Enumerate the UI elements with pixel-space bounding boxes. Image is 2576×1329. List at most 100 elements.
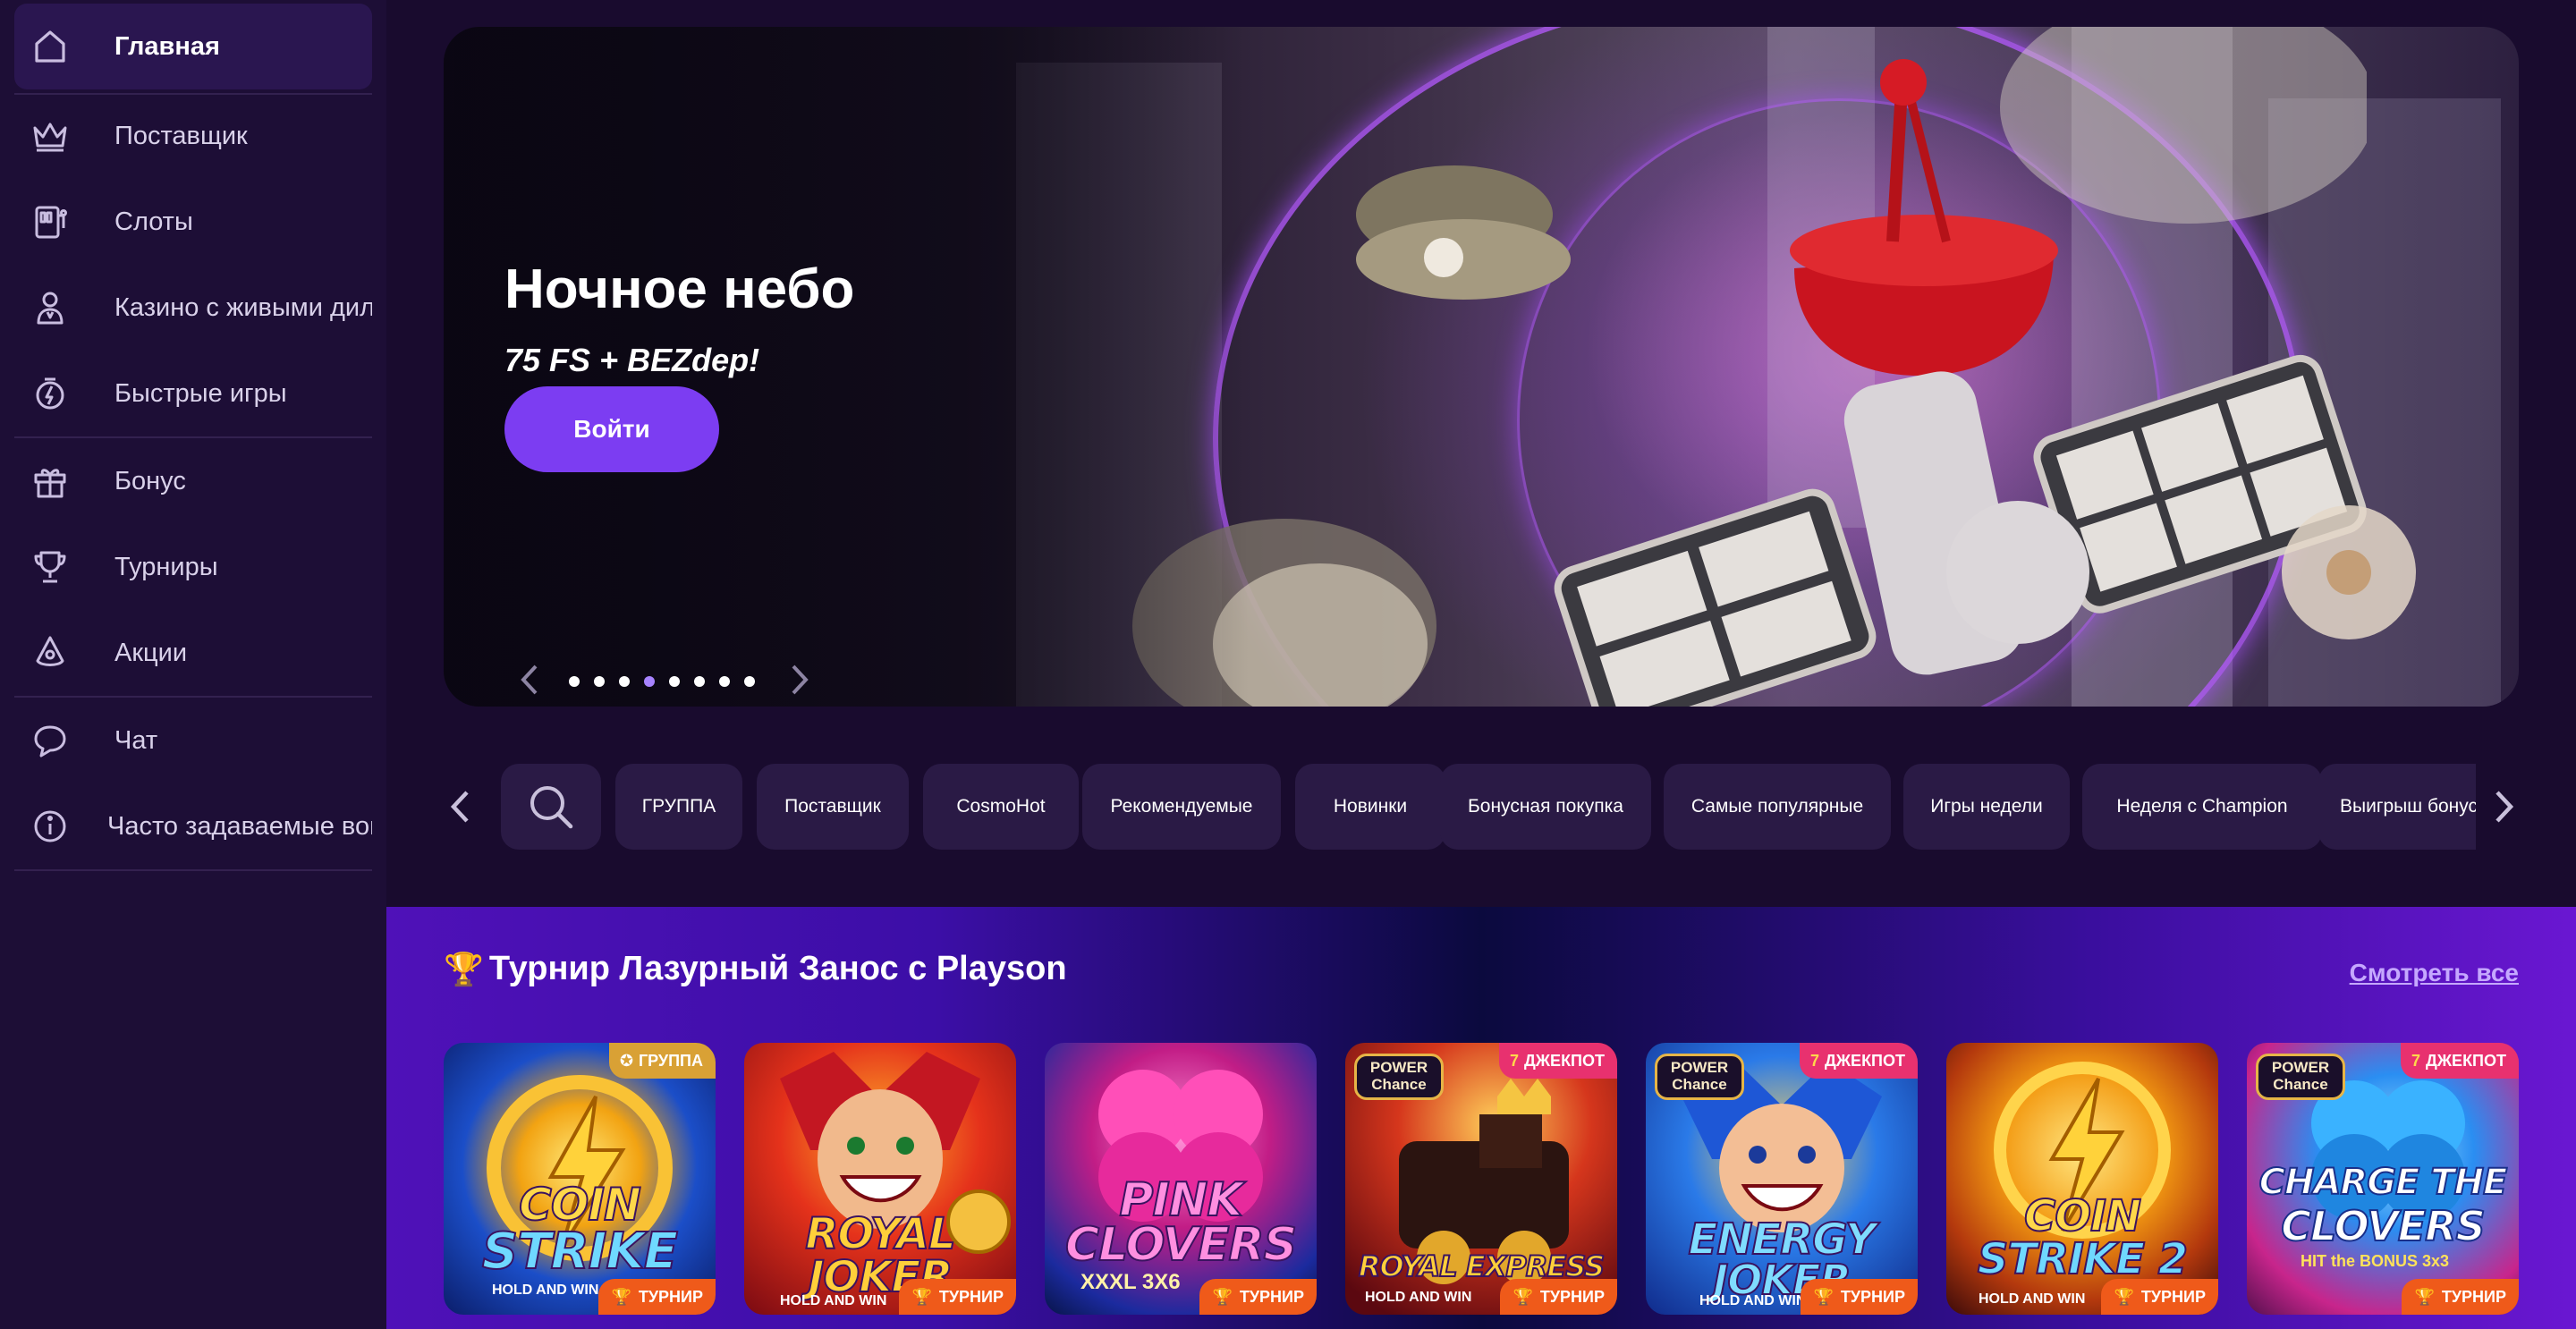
trophy-icon: 🏆 [1212, 1287, 1233, 1306]
slide-dot[interactable] [719, 676, 730, 687]
trophy-icon: 🏆 [1513, 1287, 1533, 1306]
game-card[interactable]: POWER Chance 7 ДЖЕКПОТ CHARGE THE CLOVERS… [2247, 1043, 2519, 1315]
slide-dot[interactable] [619, 676, 630, 687]
tournament-badge: 🏆 ТУРНИР [1500, 1279, 1617, 1315]
group-badge: ✪ ГРУППА [608, 1043, 716, 1079]
categories-next-arrow[interactable] [2487, 780, 2522, 834]
section-title-text: Турнир Лазурный Занос с Playson [488, 950, 1067, 987]
sidebar-divider [14, 869, 372, 871]
banner-subtitle: 75 FS + BEZdep! [504, 342, 760, 378]
seven-icon: 7 [1809, 1051, 1819, 1070]
dealer-icon [14, 265, 86, 351]
gift-icon [14, 438, 86, 524]
crown-icon [14, 93, 86, 179]
category-chip-champion-week[interactable]: Неделя с Champion [2082, 764, 2322, 850]
game-title: ROYAL [804, 1209, 956, 1259]
tournament-badge: 🏆 ТУРНИР [2101, 1279, 2218, 1315]
seven-icon: 7 [1509, 1051, 1519, 1070]
sidebar-item-bonus[interactable]: Бонус [14, 438, 372, 524]
chevron-right-icon [2496, 791, 2514, 823]
hero-banner[interactable]: Ночное небо 75 FS + BEZdep! Войти [444, 27, 2519, 707]
sidebar-item-chat[interactable]: Чат [14, 698, 372, 783]
promo-icon [14, 610, 86, 696]
category-chip-bonus-win[interactable]: Выигрыш бонусов [2318, 764, 2476, 850]
trophy-icon: 🏆 [444, 950, 484, 987]
slide-dot[interactable] [569, 676, 580, 687]
tournament-badge: 🏆 ТУРНИР [1801, 1279, 1918, 1315]
sidebar-item-label: Быстрые игры [114, 378, 287, 408]
trophy-icon: 🏆 [1813, 1287, 1834, 1306]
fast-games-icon [14, 351, 86, 436]
category-chip-group[interactable]: ГРУППА [615, 764, 742, 850]
category-chip-bonus-buy[interactable]: Бонусная покупка [1440, 764, 1651, 850]
power-chance-badge: POWER Chance [1354, 1054, 1444, 1100]
sidebar-item-home[interactable]: Главная [14, 4, 372, 89]
sidebar-item-label: Слоты [114, 207, 193, 236]
trophy-icon: 🏆 [911, 1287, 932, 1306]
flower-illustration [2282, 505, 2416, 639]
game-title: STRIKE 2 [1977, 1234, 2189, 1284]
login-button[interactable]: Войти [504, 386, 719, 472]
category-chip-new[interactable]: Новинки [1295, 764, 1445, 850]
banner-title: Ночное небо [504, 258, 855, 320]
info-icon [14, 783, 86, 869]
chevron-left-icon [450, 791, 469, 823]
game-subtitle: HIT the BONUS 3x3 [2301, 1252, 2450, 1270]
trophy-icon: 🏆 [2414, 1287, 2435, 1306]
jackpot-badge: 7 ДЖЕКПОТ [1799, 1043, 1918, 1079]
leaf-illustration [2000, 27, 2367, 224]
game-title: CLOVERS [2280, 1202, 2486, 1250]
sidebar: Главная Поставщик Слоты Казино с живыми … [0, 0, 386, 1329]
sidebar-item-label: Чат [114, 725, 158, 755]
sidebar-item-label: Бонус [114, 466, 186, 495]
medal-icon: ✪ [619, 1051, 633, 1070]
banner-next-arrow[interactable] [785, 662, 814, 698]
jackpot-badge: 7 ДЖЕКПОТ [1498, 1043, 1617, 1079]
power-chance-badge: POWER Chance [1655, 1054, 1744, 1100]
slide-dot[interactable] [694, 676, 705, 687]
sidebar-item-slots[interactable]: Слоты [14, 179, 372, 265]
categories-prev-arrow[interactable] [442, 780, 478, 834]
category-chip-most-popular[interactable]: Самые популярные [1664, 764, 1891, 850]
game-card[interactable]: ROYAL JOKER HOLD AND WIN 🏆 ТУРНИР [744, 1043, 1016, 1315]
sidebar-item-label: Главная [114, 31, 220, 61]
category-chip-provider[interactable]: Поставщик [757, 764, 909, 850]
game-card[interactable]: POWER Chance 7 ДЖЕКПОТ ENERGY JOKER HOLD … [1646, 1043, 1918, 1315]
jackpot-badge: 7 ДЖЕКПОТ [2400, 1043, 2519, 1079]
game-card[interactable]: ✪ ГРУППА COIN STRIKE HOLD AND WIN 🏆 ТУРНИР [444, 1043, 716, 1315]
banner-prev-arrow[interactable] [515, 662, 544, 698]
chat-icon [14, 698, 86, 783]
game-title: COIN [518, 1179, 642, 1231]
game-title: CLOVERS [1064, 1218, 1298, 1272]
search-button[interactable] [501, 764, 601, 850]
category-chip-cosmohot[interactable]: CosmoHot [923, 764, 1079, 850]
sidebar-item-promotions[interactable]: Акции [14, 610, 372, 696]
sidebar-item-label: Акции [114, 638, 188, 667]
game-title: ENERGY [1688, 1215, 1877, 1265]
category-chip-recommended[interactable]: Рекомендуемые [1082, 764, 1281, 850]
trophy-icon: 🏆 [2114, 1287, 2134, 1306]
oyster-illustration [1356, 165, 1571, 300]
game-card[interactable]: PINK CLOVERS XXXL 3X6 🏆 ТУРНИР [1045, 1043, 1317, 1315]
seven-icon: 7 [2411, 1051, 2420, 1070]
game-title: ROYAL EXPRESS [1358, 1249, 1606, 1283]
sidebar-item-label: Казино с живыми дилерами [114, 292, 372, 322]
home-icon [14, 4, 86, 89]
sidebar-item-faq[interactable]: Часто задаваемые вопросы [14, 783, 372, 869]
category-chip-games-of-week[interactable]: Игры недели [1903, 764, 2070, 850]
tournament-badge: 🏆 ТУРНИР [2402, 1279, 2519, 1315]
see-all-link[interactable]: Смотреть все [2350, 959, 2519, 987]
game-card[interactable]: POWER Chance 7 ДЖЕКПОТ ROYAL EXPRESS HOLD… [1345, 1043, 1617, 1315]
sidebar-item-tournaments[interactable]: Турниры [14, 524, 372, 610]
slide-dot[interactable] [744, 676, 755, 687]
tournament-badge: 🏆 ТУРНИР [899, 1279, 1016, 1315]
sidebar-item-provider[interactable]: Поставщик [14, 93, 372, 179]
game-title: PINK [1118, 1173, 1243, 1227]
tournament-badge: 🏆 ТУРНИР [598, 1279, 716, 1315]
sidebar-item-live-casino[interactable]: Казино с живыми дилерами [14, 265, 372, 351]
slide-dot-active[interactable] [644, 676, 655, 687]
slide-dot[interactable] [594, 676, 605, 687]
slide-dot[interactable] [669, 676, 680, 687]
sidebar-item-fast-games[interactable]: Быстрые игры [14, 351, 372, 436]
game-card[interactable]: COIN STRIKE 2 HOLD AND WIN 🏆 ТУРНИР [1946, 1043, 2218, 1315]
